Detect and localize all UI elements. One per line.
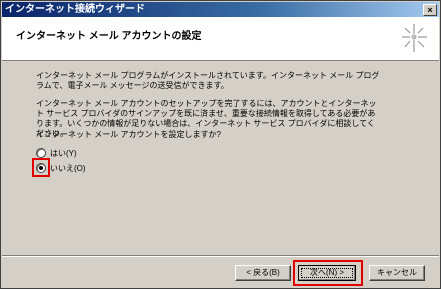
radio-no-highlight [32,158,50,177]
close-icon: × [427,5,433,15]
next-button-highlight [293,260,363,286]
title-bar[interactable]: インターネット接続ウィザード × [2,2,439,17]
header-panel: インターネット メール アカウントの設定 [2,17,439,61]
button-separator [2,255,439,257]
radio-no-label[interactable]: いいえ(O) [50,163,86,174]
window-title: インターネット接続ウィザード [5,4,145,15]
radio-yes-circle[interactable] [36,148,46,158]
close-button[interactable]: × [423,4,437,16]
intro-paragraph: インターネット メール プログラムがインストールされています。インターネット メ… [36,71,380,90]
wizard-window: インターネット接続ウィザード × インターネット メール アカウントの設定 イン… [0,0,441,289]
wizard-sparkle-icon [402,24,427,52]
back-button[interactable]: < 戻る(B) [235,265,291,281]
setup-question: インターネット メール アカウントを設定しますか? [36,130,221,139]
cancel-button[interactable]: キャンセル [369,265,425,281]
radio-yes-label[interactable]: はい(Y) [50,148,77,159]
page-title: インターネット メール アカウントの設定 [16,31,202,42]
